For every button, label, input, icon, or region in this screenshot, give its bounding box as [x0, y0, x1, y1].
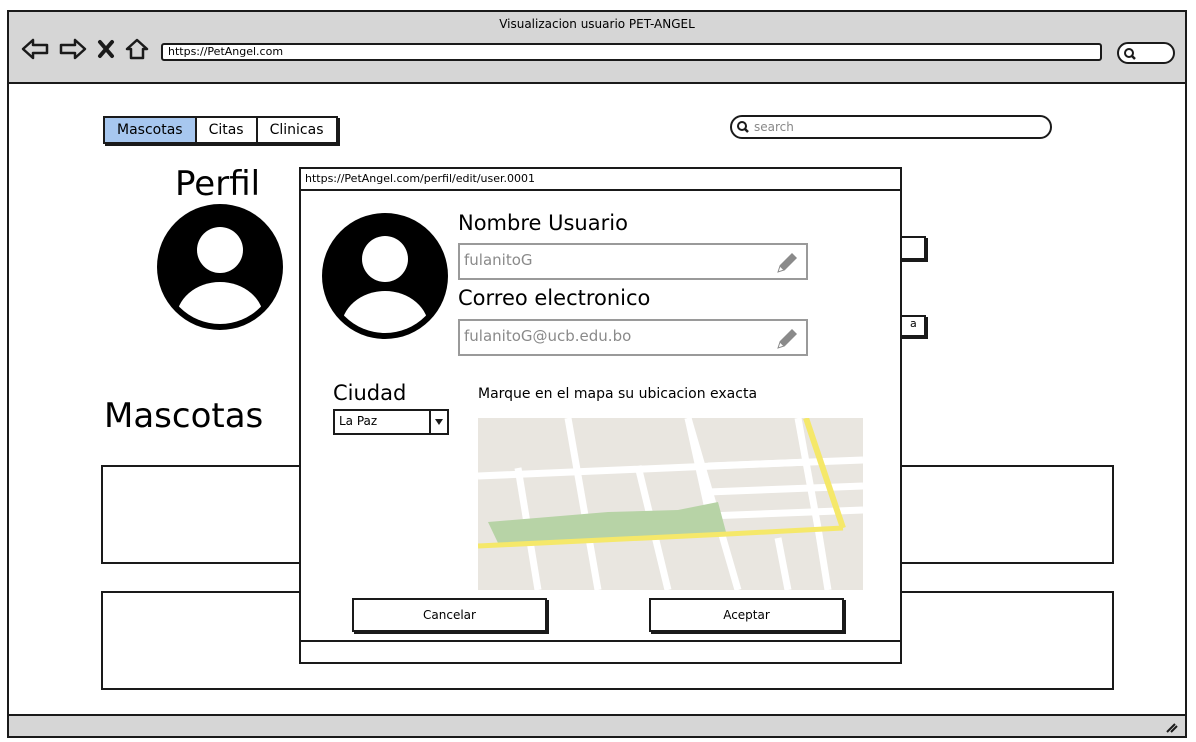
email-value: fulanitoG@ucb.edu.bo: [464, 327, 632, 345]
back-arrow-icon[interactable]: [21, 38, 49, 60]
email-label: Correo electronico: [458, 286, 651, 310]
address-bar[interactable]: https://PetAngel.com: [161, 43, 1102, 61]
map-instruction: Marque en el mapa su ubicacion exacta: [478, 386, 758, 402]
tab-clinicas[interactable]: Clinicas: [258, 118, 336, 142]
username-label: Nombre Usuario: [458, 211, 628, 235]
pencil-icon[interactable]: [774, 326, 800, 352]
city-value: La Paz: [339, 414, 378, 428]
edit-profile-dialog: https://PetAngel.com/perfil/edit/user.00…: [299, 167, 902, 664]
search-input[interactable]: search: [730, 115, 1052, 139]
perfil-title: Perfil: [175, 164, 261, 204]
user-avatar-icon[interactable]: [320, 211, 450, 341]
search-placeholder: search: [754, 120, 794, 134]
window-title: Visualizacion usuario PET-ANGEL: [499, 17, 695, 31]
city-select[interactable]: La Paz: [333, 409, 449, 435]
email-field[interactable]: fulanitoG@ucb.edu.bo: [458, 319, 808, 356]
cancel-button[interactable]: Cancelar: [352, 598, 547, 632]
dialog-footer: [301, 640, 900, 662]
browser-statusbar: [9, 714, 1185, 736]
tab-mascotas[interactable]: Mascotas: [105, 118, 197, 142]
dialog-url: https://PetAngel.com/perfil/edit/user.00…: [301, 169, 900, 191]
main-tabs: Mascotas Citas Clinicas: [103, 116, 338, 144]
profile-avatar-icon: [157, 204, 283, 330]
close-x-icon[interactable]: [97, 39, 115, 59]
tab-citas[interactable]: Citas: [197, 118, 258, 142]
accept-button[interactable]: Aceptar: [649, 598, 844, 632]
pencil-icon[interactable]: [774, 250, 800, 276]
username-value: fulanitoG: [464, 251, 533, 269]
city-label: Ciudad: [333, 381, 407, 405]
location-map[interactable]: [478, 418, 863, 590]
chevron-down-icon[interactable]: [429, 411, 447, 433]
browser-search-button[interactable]: [1117, 42, 1175, 64]
home-icon[interactable]: [125, 38, 149, 60]
browser-nav: [21, 38, 149, 60]
resize-grip-icon[interactable]: [1163, 718, 1179, 734]
browser-titlebar: Visualizacion usuario PET-ANGEL https://…: [9, 12, 1185, 84]
search-icon: [1124, 48, 1136, 60]
background-button-label: a: [910, 317, 917, 330]
mascotas-title: Mascotas: [104, 396, 264, 436]
forward-arrow-icon[interactable]: [59, 38, 87, 60]
search-icon: [737, 121, 749, 133]
username-field[interactable]: fulanitoG: [458, 243, 808, 280]
